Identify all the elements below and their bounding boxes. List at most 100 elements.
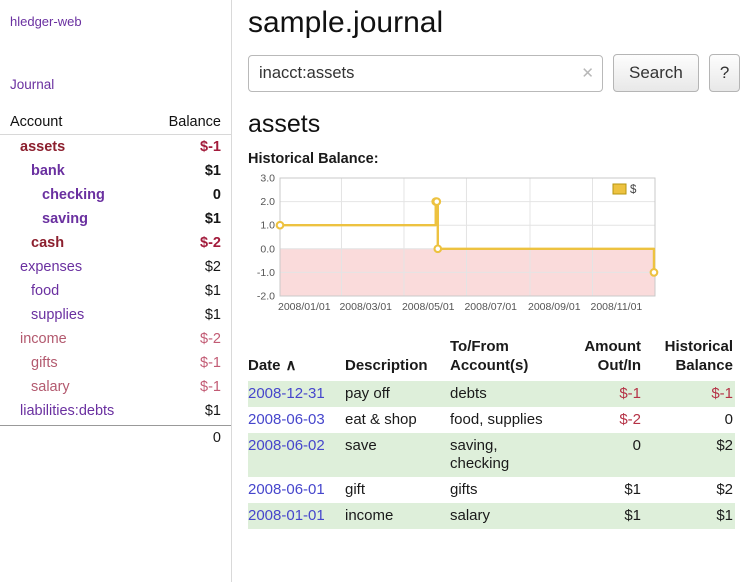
- transaction-amount: $-1: [558, 381, 643, 407]
- transaction-balance: $1: [643, 503, 735, 529]
- sidebar-account-row: food $1: [0, 279, 231, 303]
- account-link-checking[interactable]: checking: [42, 186, 105, 204]
- accounts-total-row: 0: [0, 425, 231, 450]
- column-description: Description: [345, 335, 450, 381]
- account-balance: $1: [205, 402, 221, 420]
- account-link-liabilities-debts[interactable]: liabilities:debts: [20, 402, 114, 420]
- sidebar-account-row: supplies $1: [0, 303, 231, 327]
- svg-text:2008/01/01: 2008/01/01: [278, 301, 331, 313]
- account-balance: $1: [205, 162, 221, 180]
- transaction-date-link[interactable]: 2008-12-31: [248, 385, 325, 402]
- accounts-total: 0: [213, 430, 221, 446]
- chart-title: Historical Balance:: [248, 151, 740, 167]
- account-link-bank[interactable]: bank: [31, 162, 65, 180]
- account-balance: $-1: [200, 378, 221, 396]
- sidebar-account-row: liabilities:debts $1: [0, 399, 231, 423]
- sidebar-item-journal[interactable]: Journal: [0, 73, 231, 96]
- sidebar-account-row: income $-2: [0, 327, 231, 351]
- account-balance: $-1: [200, 354, 221, 372]
- transaction-description: gift: [345, 477, 450, 503]
- register-row: 2008-06-02 save saving, checking 0 $2: [248, 433, 735, 477]
- clear-search-icon[interactable]: ✕: [581, 64, 594, 82]
- sidebar-account-row: bank $1: [0, 159, 231, 183]
- svg-text:0.0: 0.0: [260, 243, 275, 255]
- account-balance: $-1: [200, 138, 221, 156]
- app: hledger-web Journal Account Balance asse…: [0, 0, 742, 582]
- svg-text:1.0: 1.0: [260, 220, 275, 232]
- account-balance: $-2: [200, 234, 221, 252]
- transaction-balance: 0: [643, 407, 735, 433]
- account-link-income[interactable]: income: [20, 330, 67, 348]
- transaction-accounts: salary: [450, 503, 558, 529]
- transaction-accounts: debts: [450, 381, 558, 407]
- sidebar-account-row: gifts $-1: [0, 351, 231, 375]
- transaction-amount: $-2: [558, 407, 643, 433]
- sidebar-account-row: expenses $2: [0, 255, 231, 279]
- register-table: Date ∧ Description To/From Account(s) Amo…: [248, 335, 735, 529]
- account-link-gifts[interactable]: gifts: [31, 354, 58, 372]
- account-balance: 0: [213, 186, 221, 204]
- column-balance: Historical Balance: [643, 335, 735, 381]
- accounts-header-balance: Balance: [169, 114, 221, 130]
- svg-text:-2.0: -2.0: [257, 291, 275, 303]
- transaction-accounts: gifts: [450, 477, 558, 503]
- svg-text:2.0: 2.0: [260, 196, 275, 208]
- search-button[interactable]: Search: [613, 54, 699, 92]
- register-row: 2008-01-01 income salary $1 $1: [248, 503, 735, 529]
- transaction-amount: $1: [558, 503, 643, 529]
- svg-text:2008/05/01: 2008/05/01: [402, 301, 455, 313]
- sidebar: hledger-web Journal Account Balance asse…: [0, 0, 232, 582]
- register-header-row: Date ∧ Description To/From Account(s) Amo…: [248, 335, 735, 381]
- sidebar-account-row: salary $-1: [0, 375, 231, 399]
- accounts-tree: Account Balance assets $-1 bank $1 check…: [0, 110, 231, 450]
- account-link-saving[interactable]: saving: [42, 210, 88, 228]
- transaction-balance: $-1: [643, 381, 735, 407]
- transaction-date-link[interactable]: 2008-06-02: [248, 437, 325, 454]
- search-box: ✕: [248, 55, 603, 92]
- sidebar-account-row: saving $1: [0, 207, 231, 231]
- accounts-header-account: Account: [10, 114, 62, 130]
- account-link-supplies[interactable]: supplies: [31, 306, 84, 324]
- search-bar: ✕ Search ?: [248, 54, 740, 92]
- register-row: 2008-06-03 eat & shop food, supplies $-2…: [248, 407, 735, 433]
- sidebar-account-row: assets $-1: [0, 135, 231, 159]
- transaction-balance: $2: [643, 433, 735, 477]
- column-amount: Amount Out/In: [558, 335, 643, 381]
- svg-text:2008/07/01: 2008/07/01: [464, 301, 517, 313]
- svg-text:2008/11/01: 2008/11/01: [591, 301, 643, 313]
- transaction-date-link[interactable]: 2008-01-01: [248, 507, 325, 524]
- main-content: sample.journal ✕ Search ? assets Histori…: [232, 0, 742, 582]
- account-link-food[interactable]: food: [31, 282, 59, 300]
- account-link-expenses[interactable]: expenses: [20, 258, 82, 276]
- transaction-accounts: food, supplies: [450, 407, 558, 433]
- transaction-balance: $2: [643, 477, 735, 503]
- svg-text:2008/03/01: 2008/03/01: [339, 301, 392, 313]
- svg-text:-1.0: -1.0: [257, 267, 275, 279]
- svg-text:3.0: 3.0: [260, 173, 275, 185]
- transaction-description: eat & shop: [345, 407, 450, 433]
- svg-text:2008/09/01: 2008/09/01: [528, 301, 581, 313]
- transaction-amount: $1: [558, 477, 643, 503]
- transaction-description: save: [345, 433, 450, 477]
- transaction-date-link[interactable]: 2008-06-03: [248, 411, 325, 428]
- balance-chart: 3.0 2.0 1.0 0.0 -1.0 -2.02008/01/01 2008/03/01…: [248, 171, 662, 323]
- transaction-amount: 0: [558, 433, 643, 477]
- accounts-header: Account Balance: [0, 110, 231, 135]
- transaction-description: income: [345, 503, 450, 529]
- column-accounts: To/From Account(s): [450, 335, 558, 381]
- account-title: assets: [248, 110, 740, 139]
- search-input[interactable]: [248, 55, 603, 92]
- transaction-description: pay off: [345, 381, 450, 407]
- column-date: Date: [248, 357, 281, 374]
- register-row: 2008-12-31 pay off debts $-1 $-1: [248, 381, 735, 407]
- transaction-date-link[interactable]: 2008-06-01: [248, 481, 325, 498]
- sort-ascending-icon[interactable]: ∧: [286, 357, 297, 374]
- account-balance: $1: [205, 306, 221, 324]
- account-link-salary[interactable]: salary: [31, 378, 70, 396]
- help-button[interactable]: ?: [709, 54, 740, 92]
- account-link-assets[interactable]: assets: [20, 138, 65, 156]
- account-balance: $1: [205, 210, 221, 228]
- account-balance: $2: [205, 258, 221, 276]
- account-link-cash[interactable]: cash: [31, 234, 64, 252]
- brand-link[interactable]: hledger-web: [0, 8, 231, 35]
